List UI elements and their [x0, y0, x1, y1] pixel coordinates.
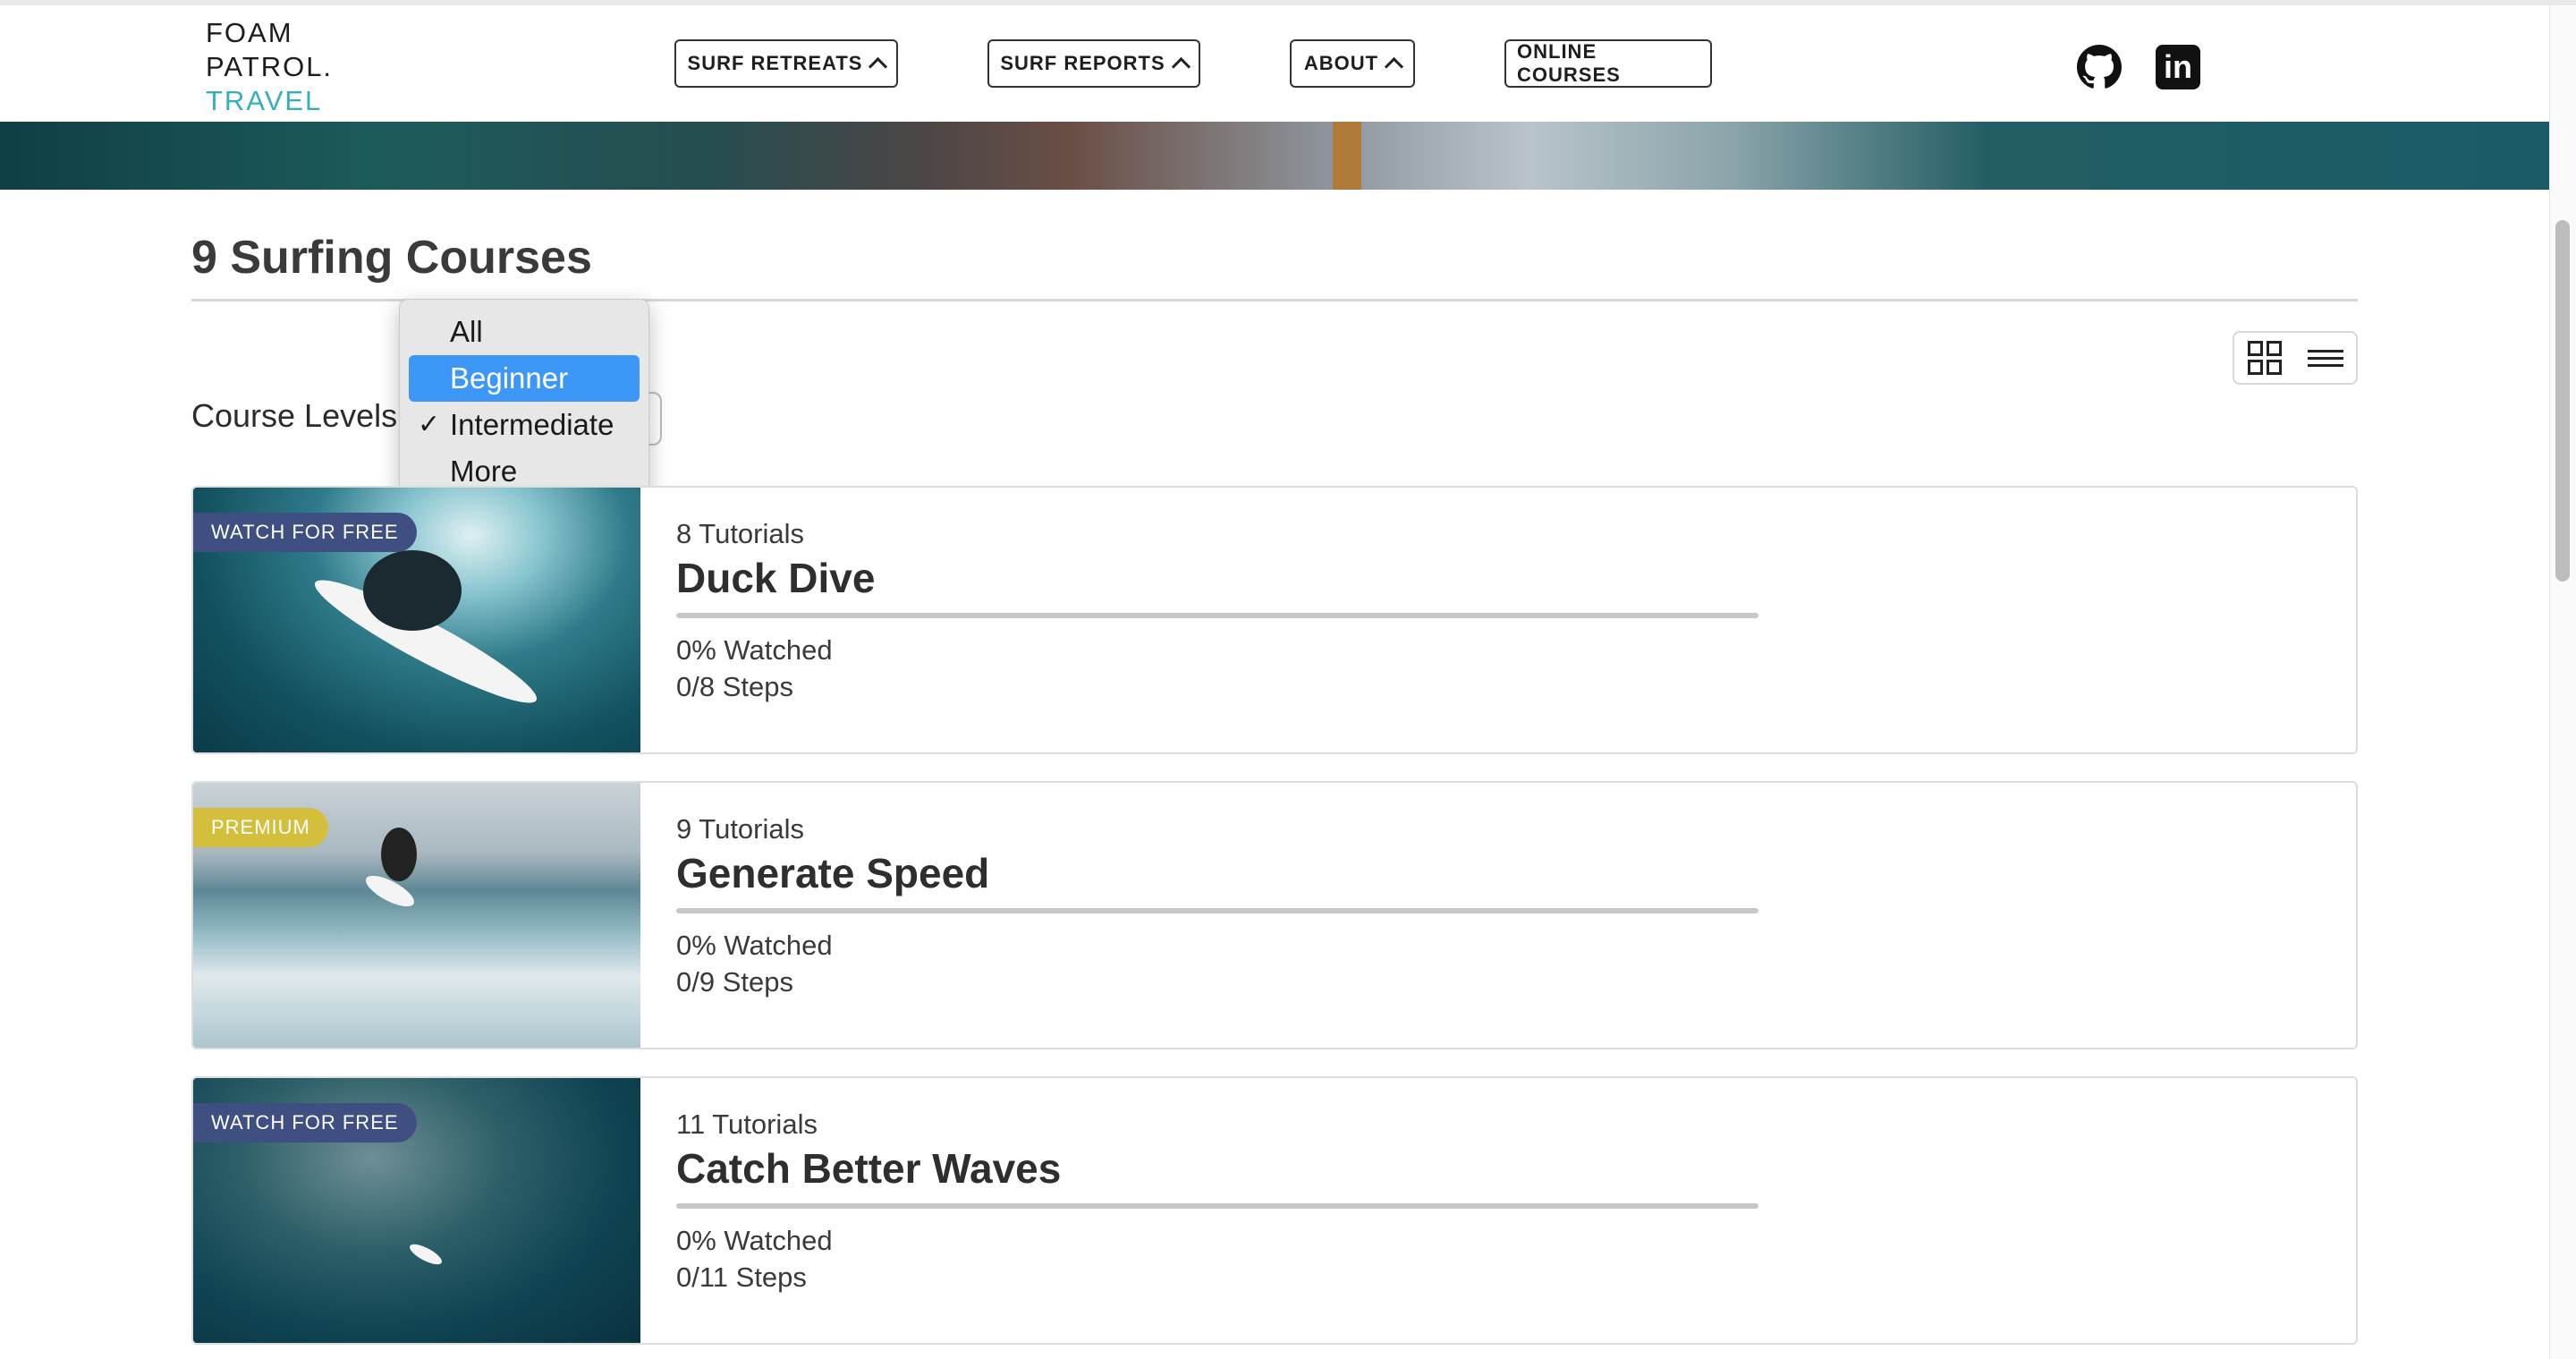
course-progress-bar [676, 1203, 1758, 1209]
course-card-generate-speed[interactable]: PREMIUM 9 Tutorials Generate Speed 0% Wa… [191, 781, 2358, 1049]
grid-view-icon [2248, 341, 2282, 375]
course-badge: WATCH FOR FREE [193, 1103, 417, 1142]
surfboard-stringer [1333, 122, 1361, 190]
watched-percent: 0% Watched [676, 930, 833, 961]
linkedin-icon[interactable]: in [2156, 45, 2200, 89]
dropdown-option-beginner[interactable]: Beginner [409, 355, 640, 402]
tutorial-count: 8 Tutorials [676, 518, 805, 549]
course-levels-label: Course Levels [191, 397, 398, 434]
logo-line-1: FOAM [206, 17, 293, 48]
course-levels-dropdown: All Beginner ✓ Intermediate More [399, 299, 649, 501]
course-title[interactable]: Catch Better Waves [676, 1144, 1061, 1193]
course-badge: PREMIUM [193, 808, 328, 847]
surfer-shape [363, 550, 462, 631]
linkedin-icon-text: in [2164, 48, 2192, 85]
steps-count: 0/9 Steps [676, 966, 793, 998]
hero-banner [0, 122, 2549, 190]
steps-count: 0/11 Steps [676, 1261, 807, 1293]
course-progress-bar [676, 613, 1758, 618]
site-logo[interactable]: FOAM PATROL. TRAVEL [206, 16, 333, 118]
course-badge: WATCH FOR FREE [193, 513, 417, 552]
site-header: FOAM PATROL. TRAVEL SURF RETREATS SURF R… [0, 5, 2549, 122]
checkmark-icon: ✓ [418, 410, 441, 439]
view-toggle [2233, 331, 2358, 385]
nav-surf-retreats-label: SURF RETREATS [687, 52, 863, 74]
dropdown-option-label: More [450, 454, 518, 488]
list-view-button[interactable] [2295, 333, 2356, 383]
dropdown-option-intermediate[interactable]: ✓ Intermediate [409, 402, 640, 448]
course-title[interactable]: Generate Speed [676, 849, 989, 897]
list-view-icon [2308, 349, 2343, 367]
course-card-catch-better-waves[interactable]: WATCH FOR FREE 11 Tutorials Catch Better… [191, 1076, 2358, 1345]
tutorial-count: 9 Tutorials [676, 813, 805, 845]
scrollbar-thumb[interactable] [2555, 220, 2570, 582]
watched-percent: 0% Watched [676, 634, 833, 666]
course-card-duck-dive[interactable]: WATCH FOR FREE 8 Tutorials Duck Dive 0% … [191, 486, 2358, 754]
course-title[interactable]: Duck Dive [676, 554, 875, 602]
dropdown-option-label: Intermediate [450, 408, 614, 441]
steps-count: 0/8 Steps [676, 671, 793, 702]
logo-line-3: TRAVEL [206, 85, 323, 116]
chevron-up-icon [1385, 56, 1404, 77]
dropdown-option-label: All [450, 315, 483, 348]
chevron-up-icon [1171, 56, 1191, 77]
tutorial-count: 11 Tutorials [676, 1108, 818, 1140]
dropdown-option-all[interactable]: All [409, 309, 640, 355]
dropdown-option-label: Beginner [450, 361, 569, 395]
nav-about[interactable]: ABOUT [1290, 39, 1415, 88]
nav-about-label: ABOUT [1303, 52, 1379, 74]
scrollbar-track[interactable] [2549, 5, 2576, 1359]
nav-surf-reports[interactable]: SURF REPORTS [987, 39, 1200, 88]
github-icon[interactable] [2077, 45, 2122, 89]
nav-surf-reports-label: SURF REPORTS [1000, 52, 1165, 74]
logo-line-2: PATROL. [206, 51, 334, 82]
surfer-shape [381, 828, 417, 881]
grid-view-button[interactable] [2234, 333, 2295, 383]
nav-surf-retreats[interactable]: SURF RETREATS [674, 39, 898, 88]
chevron-up-icon [869, 56, 888, 77]
surfboard-shape [407, 1240, 445, 1269]
watched-percent: 0% Watched [676, 1225, 833, 1256]
course-progress-bar [676, 908, 1758, 913]
page-title: 9 Surfing Courses [191, 232, 592, 284]
nav-online-courses-label: ONLINE COURSES [1517, 40, 1621, 86]
nav-online-courses[interactable]: ONLINE COURSES [1504, 39, 1712, 88]
